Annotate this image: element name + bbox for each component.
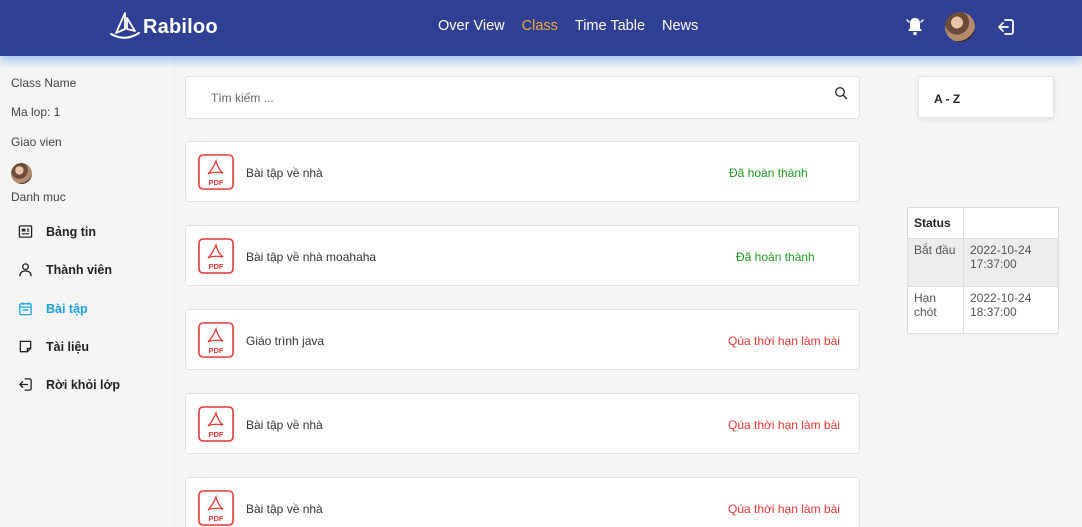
assignment-card[interactable]: PDF Bài tập về nhà Qúa thời hạn làm bài xyxy=(185,477,860,527)
deadline-time: 18:37:00 xyxy=(970,304,1017,319)
top-navbar: Rabiloo Over View Class Time Table News xyxy=(0,0,1082,56)
sidebar-item-leave-class[interactable]: Rời khỏi lớp xyxy=(18,377,120,392)
pdf-label: PDF xyxy=(209,430,224,439)
pdf-label: PDF xyxy=(209,346,224,355)
nav-news[interactable]: News xyxy=(662,18,698,34)
pdf-file-icon: PDF xyxy=(198,238,234,274)
user-icon xyxy=(19,263,32,277)
sidebar-item-label: Bảng tin xyxy=(46,224,96,239)
start-label: Bắt đầu xyxy=(907,238,964,287)
start-value: 2022-10-24 17:37:00 xyxy=(963,238,1059,287)
brand-name: Rabiloo xyxy=(143,15,218,38)
assignment-card[interactable]: PDF Giáo trình java Qúa thời hạn làm bài xyxy=(185,309,860,370)
sidebar-item-newsfeed[interactable]: Bảng tin xyxy=(18,224,96,239)
user-avatar[interactable] xyxy=(945,12,975,42)
deadline-value: 2022-10-24 18:37:00 xyxy=(963,285,1059,335)
assignment-card[interactable]: PDF Bài tập về nhà Đã hoàn thành xyxy=(185,141,860,202)
status-header-value xyxy=(963,206,1059,240)
sidebar-item-documents[interactable]: Tài liệu xyxy=(18,339,89,354)
sidebar-item-label: Rời khỏi lớp xyxy=(46,377,121,392)
deadline-date: 2022-10-24 xyxy=(970,290,1032,305)
assignment-card[interactable]: PDF Bài tập về nhà Qúa thời hạn làm bài xyxy=(185,393,860,454)
search-icon[interactable] xyxy=(834,86,848,100)
start-date: 2022-10-24 xyxy=(970,243,1032,258)
main-nav: Over View Class Time Table News xyxy=(438,18,715,34)
assignment-title: Bài tập về nhà xyxy=(246,418,323,432)
status-header: Status xyxy=(907,206,964,240)
assignment-title: Bài tập về nhà xyxy=(246,502,323,516)
newspaper-icon xyxy=(18,225,33,238)
assignment-title: Bài tập về nhà xyxy=(246,166,323,180)
nav-class[interactable]: Class xyxy=(522,18,558,34)
pdf-label: PDF xyxy=(209,262,224,271)
pdf-file-icon: PDF xyxy=(198,154,234,190)
deadline-label-line1: Hạn xyxy=(914,290,937,305)
table-row: Hạn chót 2022-10-24 18:37:00 xyxy=(907,285,1059,335)
table-row: Bắt đầu 2022-10-24 17:37:00 xyxy=(907,238,1059,287)
assignment-status: Qúa thời hạn làm bài xyxy=(728,502,840,516)
teacher-label: Giao vien xyxy=(11,135,62,149)
deadline-label: Hạn chót xyxy=(907,285,964,335)
brand-logo[interactable]: Rabiloo xyxy=(108,11,218,43)
sidebar-item-label: Bài tập xyxy=(46,301,88,316)
logout-icon[interactable] xyxy=(996,17,1016,37)
pdf-label: PDF xyxy=(209,514,224,523)
teacher-avatar xyxy=(11,163,32,184)
calendar-icon xyxy=(19,302,32,316)
sidebar-item-label: Tài liệu xyxy=(46,339,90,354)
assignment-title: Giáo trình java xyxy=(246,334,325,348)
bell-icon[interactable] xyxy=(905,15,925,37)
nav-overview[interactable]: Over View xyxy=(438,18,505,34)
deadline-label-line2: chót xyxy=(914,304,937,319)
logout-icon xyxy=(19,378,32,391)
pdf-file-icon: PDF xyxy=(198,406,234,442)
sort-label: A - Z xyxy=(934,92,961,106)
sidebar: Class Name Ma lop: 1 Giao vien Danh muc … xyxy=(0,56,175,527)
sidebar-item-members[interactable]: Thành viên xyxy=(18,262,112,277)
pdf-file-icon: PDF xyxy=(198,490,234,526)
pdf-label: PDF xyxy=(209,178,224,187)
assignment-status: Qúa thời hạn làm bài xyxy=(728,418,840,432)
search-input[interactable] xyxy=(201,88,823,107)
sailboat-logo-icon xyxy=(110,12,140,39)
assignment-title: Bài tập về nhà moahaha xyxy=(246,250,377,264)
category-label: Danh muc xyxy=(11,190,66,204)
assignment-status: Đã hoàn thành xyxy=(729,166,808,180)
sidebar-item-assignments[interactable]: Bài tập xyxy=(18,301,88,316)
sidebar-item-label: Thành viên xyxy=(46,262,112,277)
pdf-file-icon: PDF xyxy=(198,322,234,358)
assignment-status: Qúa thời hạn làm bài xyxy=(728,334,840,348)
class-code: Ma lop: 1 xyxy=(11,105,61,119)
status-table: Status Bắt đầu 2022-10-24 17:37:00 Hạn c… xyxy=(907,206,1059,335)
table-row: Status xyxy=(907,206,1059,240)
nav-timetable[interactable]: Time Table xyxy=(575,18,645,34)
note-icon xyxy=(19,340,32,353)
class-name: Class Name xyxy=(11,76,77,90)
search-bar xyxy=(185,76,860,119)
sort-dropdown[interactable]: A - Z xyxy=(918,76,1054,118)
start-time: 17:37:00 xyxy=(970,257,1017,272)
assignment-card[interactable]: PDF Bài tập về nhà moahaha Đã hoàn thành xyxy=(185,225,860,286)
assignment-status: Đã hoàn thành xyxy=(736,250,815,264)
